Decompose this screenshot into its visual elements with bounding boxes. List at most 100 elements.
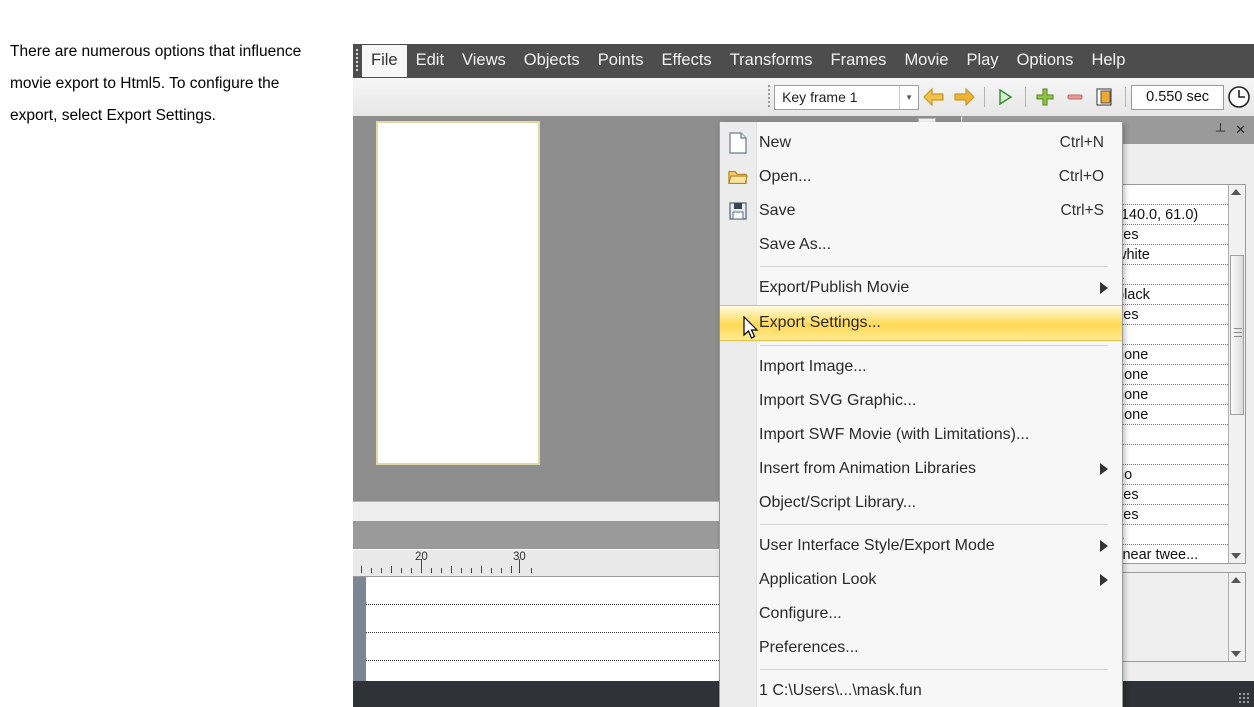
frames-button[interactable]	[1090, 82, 1120, 112]
property-value[interactable]	[1111, 185, 1228, 204]
menu-item-export-settings[interactable]: Export Settings...	[720, 305, 1122, 341]
property-value[interactable]: (140.0, 61.0)	[1111, 205, 1228, 224]
menu-item-open[interactable]: Open... Ctrl+O	[720, 160, 1122, 194]
menu-item-label: Application Look	[759, 571, 877, 588]
menu-item-save[interactable]: Save Ctrl+S	[720, 194, 1122, 228]
property-value[interactable]	[1111, 425, 1228, 444]
previous-keyframe-icon	[923, 87, 944, 107]
property-value[interactable]	[1111, 445, 1228, 464]
remove-keyframe-button[interactable]	[1060, 82, 1090, 112]
keyframe-toolbar: Key frame 1 ▼ 0.550 sec	[353, 78, 1254, 117]
menu-item-icon-placeholder	[720, 271, 756, 305]
menu-movie[interactable]: Movie	[895, 45, 957, 77]
resize-grip-icon[interactable]	[1238, 692, 1250, 704]
menu-item-object-script-library[interactable]: Object/Script Library...	[720, 486, 1122, 520]
previous-keyframe-button[interactable]	[919, 82, 949, 112]
add-keyframe-button[interactable]	[1031, 82, 1061, 112]
property-value[interactable]: yes	[1111, 485, 1228, 504]
menu-item-icon-placeholder	[720, 563, 756, 597]
menubar-grip[interactable]	[353, 44, 362, 78]
menu-item-import-swf-movie-with-limitations[interactable]: Import SWF Movie (with Limitations)...	[720, 418, 1122, 452]
menu-edit[interactable]: Edit	[407, 45, 453, 77]
description-scrollbar[interactable]	[1228, 573, 1245, 661]
menu-transforms[interactable]: Transforms	[721, 45, 822, 77]
stage-page[interactable]	[376, 121, 540, 465]
menu-item-icon-placeholder	[720, 350, 756, 384]
pin-icon[interactable]: ┴	[1216, 123, 1225, 138]
properties-scrollbar[interactable]	[1228, 185, 1245, 563]
next-keyframe-icon	[954, 87, 975, 107]
menu-separator	[760, 345, 1108, 346]
property-value[interactable]: no	[1111, 465, 1228, 484]
scroll-down-icon[interactable]	[1231, 553, 1241, 559]
keyframe-select[interactable]: Key frame 1 ▼	[774, 84, 920, 110]
chevron-down-icon: ▼	[899, 85, 918, 109]
instruction-text: There are numerous options that influenc…	[10, 43, 302, 124]
menu-points[interactable]: Points	[589, 45, 653, 77]
clock-icon	[1228, 86, 1250, 108]
submenu-arrow-icon	[1100, 282, 1108, 294]
menu-item-1-c-users-mask-fun[interactable]: 1 C:\Users\...\mask.fun	[720, 674, 1122, 707]
menu-file[interactable]: File	[362, 45, 407, 77]
close-icon[interactable]: ✕	[1235, 122, 1246, 138]
property-value[interactable]	[1111, 325, 1228, 344]
menu-frames[interactable]: Frames	[822, 45, 896, 77]
toolbar-separator	[1024, 87, 1026, 107]
menu-item-export-publish-movie[interactable]: Export/Publish Movie	[720, 271, 1122, 305]
scroll-up-icon[interactable]	[1231, 577, 1241, 583]
property-value[interactable]: none	[1111, 385, 1228, 404]
menu-item-import-image[interactable]: Import Image...	[720, 350, 1122, 384]
add-keyframe-icon	[1036, 88, 1054, 106]
file-dropdown-menu: New Ctrl+N Open... Ctrl+O Save Ctrl+S Save As.…	[719, 122, 1123, 707]
menu-objects[interactable]: Objects	[515, 45, 589, 77]
frame-duration-field[interactable]: 0.550 sec	[1130, 84, 1225, 110]
scroll-down-icon[interactable]	[1231, 651, 1241, 657]
frames-icon	[1096, 88, 1112, 106]
property-value[interactable]: white	[1111, 245, 1228, 264]
menu-item-configure[interactable]: Configure...	[720, 597, 1122, 631]
menu-help[interactable]: Help	[1082, 45, 1134, 77]
property-value[interactable]: none	[1111, 365, 1228, 384]
menu-item-label: Open...	[759, 168, 812, 185]
menu-item-label: Save As...	[759, 236, 832, 253]
scrollbar-thumb[interactable]	[1230, 255, 1244, 415]
menu-item-icon-placeholder	[720, 384, 756, 418]
property-value[interactable]: black	[1111, 285, 1228, 304]
menu-item-label: Configure...	[759, 605, 842, 622]
menu-play[interactable]: Play	[957, 45, 1007, 77]
property-value[interactable]: 1	[1111, 265, 1228, 284]
property-value[interactable]: none	[1111, 345, 1228, 364]
property-value[interactable]: yes	[1111, 505, 1228, 524]
save-floppy-icon	[720, 194, 756, 228]
property-value[interactable]: yes	[1111, 225, 1228, 244]
menu-separator	[760, 669, 1108, 670]
submenu-arrow-icon	[1100, 463, 1108, 475]
menu-item-user-interface-style-export-mode[interactable]: User Interface Style/Export Mode	[720, 529, 1122, 563]
menu-views[interactable]: Views	[453, 45, 515, 77]
menu-item-label: Import Image...	[759, 358, 867, 375]
menu-options[interactable]: Options	[1008, 45, 1083, 77]
menu-item-save-as[interactable]: Save As...	[720, 228, 1122, 262]
new-document-icon	[720, 126, 756, 160]
property-value[interactable]: linear twee...	[1111, 545, 1228, 563]
menu-item-icon-placeholder	[720, 228, 756, 262]
property-value[interactable]: none	[1111, 405, 1228, 424]
mouse-cursor	[743, 316, 759, 339]
menu-item-label: Export/Publish Movie	[759, 279, 910, 296]
property-value[interactable]: yes	[1111, 305, 1228, 324]
menu-item-preferences[interactable]: Preferences...	[720, 631, 1122, 665]
next-keyframe-button[interactable]	[949, 82, 979, 112]
property-value[interactable]: 1	[1111, 525, 1228, 544]
menu-item-application-look[interactable]: Application Look	[720, 563, 1122, 597]
menu-item-insert-from-animation-libraries[interactable]: Insert from Animation Libraries	[720, 452, 1122, 486]
menu-item-import-svg-graphic[interactable]: Import SVG Graphic...	[720, 384, 1122, 418]
menu-item-icon-placeholder	[720, 452, 756, 486]
toolbar-grip[interactable]	[765, 82, 774, 112]
scroll-up-icon[interactable]	[1231, 189, 1241, 195]
menu-effects[interactable]: Effects	[653, 45, 721, 77]
clock-button[interactable]	[1224, 82, 1254, 112]
menu-item-icon-placeholder	[720, 529, 756, 563]
menu-item-icon-placeholder	[720, 674, 756, 707]
play-button[interactable]	[990, 82, 1020, 112]
menu-item-new[interactable]: New Ctrl+N	[720, 126, 1122, 160]
